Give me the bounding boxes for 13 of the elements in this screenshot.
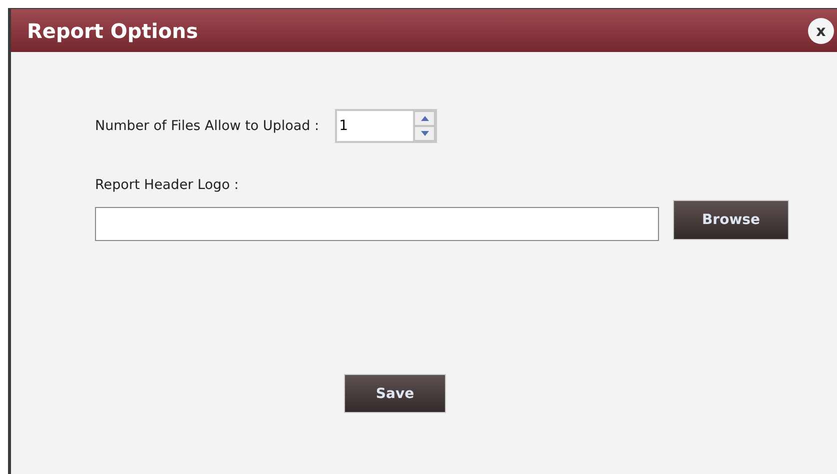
down-arrow-icon [420,131,429,136]
file-path-field[interactable] [95,207,659,241]
spin-down-button[interactable] [414,126,436,141]
number-input[interactable]: 1 [337,111,414,141]
window-title: Report Options [27,18,198,42]
spin-up-button[interactable] [414,111,436,126]
field-label: Number of Files Allow to Upload : [95,118,320,134]
up-arrow-icon [420,116,429,121]
field-label: Report Header Logo : [95,177,239,193]
save-button[interactable]: Save [344,374,446,413]
browse-button[interactable]: Browse [673,200,789,240]
number-spinner[interactable]: 1 [335,109,438,143]
close-button[interactable]: x [808,18,834,44]
